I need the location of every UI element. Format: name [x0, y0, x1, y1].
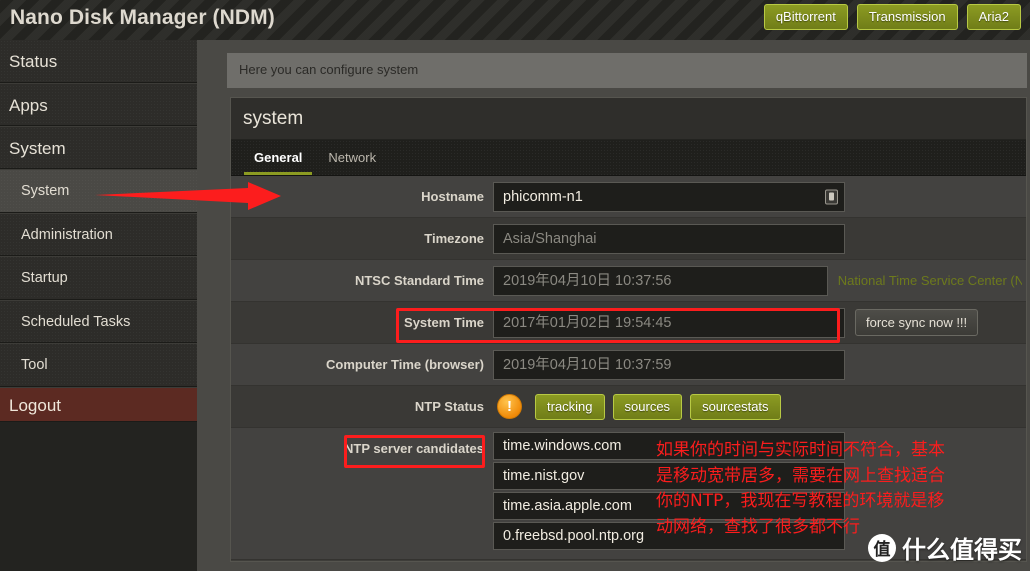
general-settings-form: Hostname phicomm-n1 Timezone Asia/Shangh… [231, 176, 1026, 560]
application-window: Nano Disk Manager (NDM) qBittorrent Tran… [0, 0, 1030, 571]
sidebar-subitem-scheduled-tasks[interactable]: Scheduled Tasks [0, 299, 197, 343]
ntsc-source-note: National Time Service Center (NT [837, 273, 1022, 288]
sidebar-subitem-tool[interactable]: Tool [0, 343, 197, 387]
ntp-candidates-list: time.windows.com time.nist.gov time.asia… [493, 428, 845, 550]
system-settings-panel: system General Network Hostname phicomm-… [230, 97, 1027, 562]
aria2-button[interactable]: Aria2 [966, 4, 1021, 30]
ntp-server-value-2: time.nist.gov [503, 468, 585, 484]
tracking-button[interactable]: tracking [535, 393, 605, 420]
ntp-status-buttons: tracking sources sourcestats [535, 393, 781, 420]
app-title: Nano Disk Manager (NDM) [10, 6, 275, 29]
sidebar-item-system[interactable]: System [0, 126, 197, 169]
sidebar-item-logout[interactable]: Logout [0, 386, 197, 422]
panel-title: system [231, 98, 1026, 140]
form-row-hostname: Hostname phicomm-n1 [231, 176, 1026, 218]
warning-icon: ! [497, 394, 522, 419]
ntp-status-label: NTP Status [414, 399, 484, 414]
sidebar-navigation: Status Apps System System Administration… [0, 40, 197, 571]
system-time-value: 2017年01月02日 19:54:45 [503, 314, 672, 331]
sourcestats-button[interactable]: sourcestats [690, 393, 781, 420]
form-row-ntsc-standard-time: NTSC Standard Time 2019年04月10日 10:37:56 … [231, 260, 1026, 302]
ntp-server-input-3[interactable]: time.asia.apple.com [493, 492, 845, 520]
ntp-server-input-2[interactable]: time.nist.gov [493, 462, 845, 490]
computer-time-input[interactable]: 2019年04月10日 10:37:59 [493, 349, 845, 380]
sidebar-item-status[interactable]: Status [0, 40, 197, 83]
form-row-ntp-status: NTP Status ! tracking sources sourcestat… [231, 386, 1026, 428]
ntp-server-value-1: time.windows.com [503, 438, 622, 454]
hostname-label: Hostname [421, 189, 484, 204]
hostname-value: phicomm-n1 [503, 188, 583, 205]
top-header-bar: Nano Disk Manager (NDM) qBittorrent Tran… [0, 0, 1030, 40]
ntp-server-input-4[interactable]: 0.freebsd.pool.ntp.org [493, 522, 845, 550]
sidebar-filler [0, 421, 197, 571]
form-row-timezone: Timezone Asia/Shanghai [231, 218, 1026, 260]
computer-time-label: Computer Time (browser) [326, 357, 484, 372]
system-time-input[interactable]: 2017年01月02日 19:54:45 [493, 307, 845, 338]
timezone-value: Asia/Shanghai [503, 230, 597, 247]
save-icon[interactable] [825, 189, 838, 204]
computer-time-value: 2019年04月10日 10:37:59 [503, 356, 672, 373]
sidebar-subitem-system[interactable]: System [0, 169, 197, 213]
panel-tab-bar: General Network [231, 140, 1026, 176]
ntsc-standard-time-input[interactable]: 2019年04月10日 10:37:56 [493, 265, 828, 296]
timezone-input[interactable]: Asia/Shanghai [493, 223, 845, 254]
form-row-ntp-candidates: NTP server candidates time.windows.com t… [231, 428, 1026, 560]
sidebar-item-apps[interactable]: Apps [0, 83, 197, 126]
header-action-buttons: qBittorrent Transmission Aria2 [763, 4, 1021, 30]
sidebar-subitem-startup[interactable]: Startup [0, 256, 197, 300]
ntsc-standard-time-label: NTSC Standard Time [354, 273, 484, 288]
ntp-candidates-label: NTP server candidates [344, 441, 484, 456]
system-time-label: System Time [404, 315, 484, 330]
timezone-label: Timezone [424, 231, 484, 246]
hostname-input[interactable]: phicomm-n1 [493, 181, 845, 212]
tab-network[interactable]: Network [315, 140, 389, 175]
ntp-server-value-3: time.asia.apple.com [503, 498, 632, 514]
sources-button[interactable]: sources [612, 393, 683, 420]
tab-general[interactable]: General [241, 140, 315, 175]
qbittorrent-button[interactable]: qBittorrent [763, 4, 848, 30]
force-sync-now-button[interactable]: force sync now !!! [855, 309, 979, 336]
main-content: Here you can configure system system Gen… [197, 40, 1030, 571]
ntp-server-value-4: 0.freebsd.pool.ntp.org [503, 528, 645, 544]
form-row-system-time: System Time 2017年01月02日 19:54:45 force s… [231, 302, 1026, 344]
transmission-button[interactable]: Transmission [856, 4, 958, 30]
ntsc-standard-time-value: 2019年04月10日 10:37:56 [503, 272, 672, 289]
form-row-computer-time: Computer Time (browser) 2019年04月10日 10:3… [231, 344, 1026, 386]
page-hint-bar: Here you can configure system [227, 53, 1027, 88]
ntp-server-input-1[interactable]: time.windows.com [493, 432, 845, 460]
sidebar-subitem-administration[interactable]: Administration [0, 212, 197, 256]
